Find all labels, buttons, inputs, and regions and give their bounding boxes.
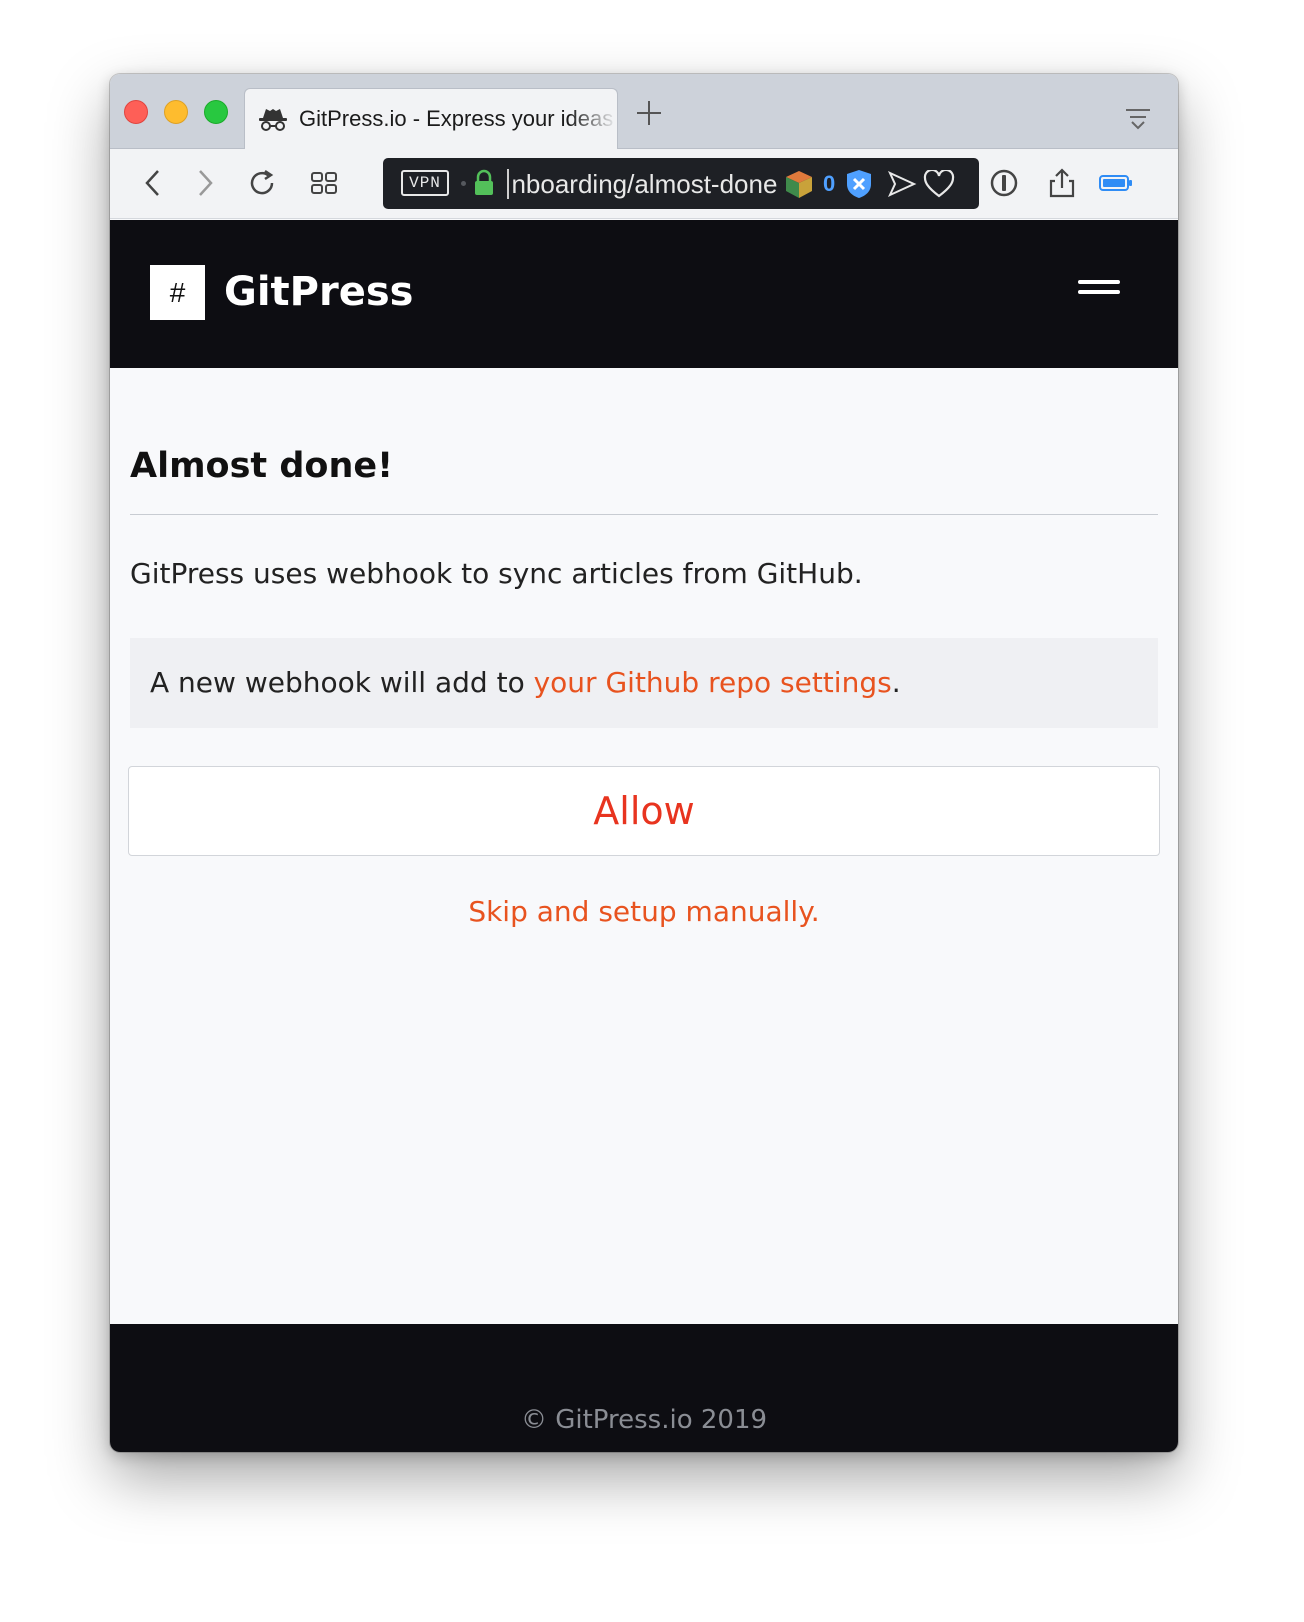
shield-extension-icon[interactable] xyxy=(845,168,873,200)
password-manager-icon[interactable] xyxy=(988,167,1020,199)
notice-suffix: . xyxy=(891,666,901,699)
copyright-text: © GitPress.io 2019 xyxy=(520,1405,768,1435)
tab-bar: GitPress.io - Express your ideas xyxy=(110,74,1178,149)
text-cursor xyxy=(507,169,509,199)
new-tab-icon[interactable] xyxy=(634,98,664,128)
page-title: Almost done! xyxy=(130,446,394,486)
tab-title: GitPress.io - Express your ideas xyxy=(299,106,614,131)
tab-list-icon[interactable] xyxy=(1124,106,1152,132)
site-logo[interactable]: # xyxy=(150,265,205,320)
private-browsing-icon xyxy=(259,109,287,131)
webhook-notice: A new webhook will add to your Github re… xyxy=(130,638,1158,728)
battery-icon[interactable] xyxy=(1098,167,1134,199)
close-window-button[interactable] xyxy=(124,100,148,124)
maximize-window-button[interactable] xyxy=(204,100,228,124)
extension-badge-count[interactable]: 0 xyxy=(823,168,835,200)
repo-settings-link[interactable]: your Github repo settings xyxy=(534,666,892,699)
heart-icon[interactable] xyxy=(923,170,955,198)
send-icon[interactable] xyxy=(887,170,917,198)
site-brand[interactable]: GitPress xyxy=(224,266,413,318)
cube-extension-icon[interactable] xyxy=(783,168,815,200)
back-icon[interactable] xyxy=(138,167,170,199)
url-text[interactable]: onboarding/almost-done xyxy=(511,168,791,200)
allow-button[interactable]: Allow xyxy=(128,766,1160,856)
lock-icon[interactable] xyxy=(473,169,495,197)
browser-window: GitPress.io - Express your ideas VPN onb… xyxy=(110,74,1178,1452)
main-content: Almost done! GitPress uses webhook to sy… xyxy=(110,368,1178,1324)
menu-icon[interactable] xyxy=(1078,280,1120,302)
browser-toolbar: VPN onboarding/almost-done 0 xyxy=(110,149,1178,219)
notice-prefix: A new webhook will add to xyxy=(150,666,534,699)
address-bar[interactable]: VPN onboarding/almost-done 0 xyxy=(383,158,979,209)
skip-setup-link[interactable]: Skip and setup manually. xyxy=(110,892,1178,932)
forward-icon[interactable] xyxy=(188,167,220,199)
reload-icon[interactable] xyxy=(246,167,278,199)
vpn-status-dot xyxy=(461,181,466,186)
site-header: # GitPress xyxy=(110,220,1178,368)
browser-tab[interactable]: GitPress.io - Express your ideas xyxy=(244,88,618,149)
vpn-badge[interactable]: VPN xyxy=(401,170,449,196)
minimize-window-button[interactable] xyxy=(164,100,188,124)
speed-dial-icon[interactable] xyxy=(308,167,340,199)
intro-text: GitPress uses webhook to sync articles f… xyxy=(130,557,863,590)
share-icon[interactable] xyxy=(1046,167,1078,199)
divider xyxy=(130,514,1158,515)
site-footer: © GitPress.io 2019 xyxy=(110,1324,1178,1452)
